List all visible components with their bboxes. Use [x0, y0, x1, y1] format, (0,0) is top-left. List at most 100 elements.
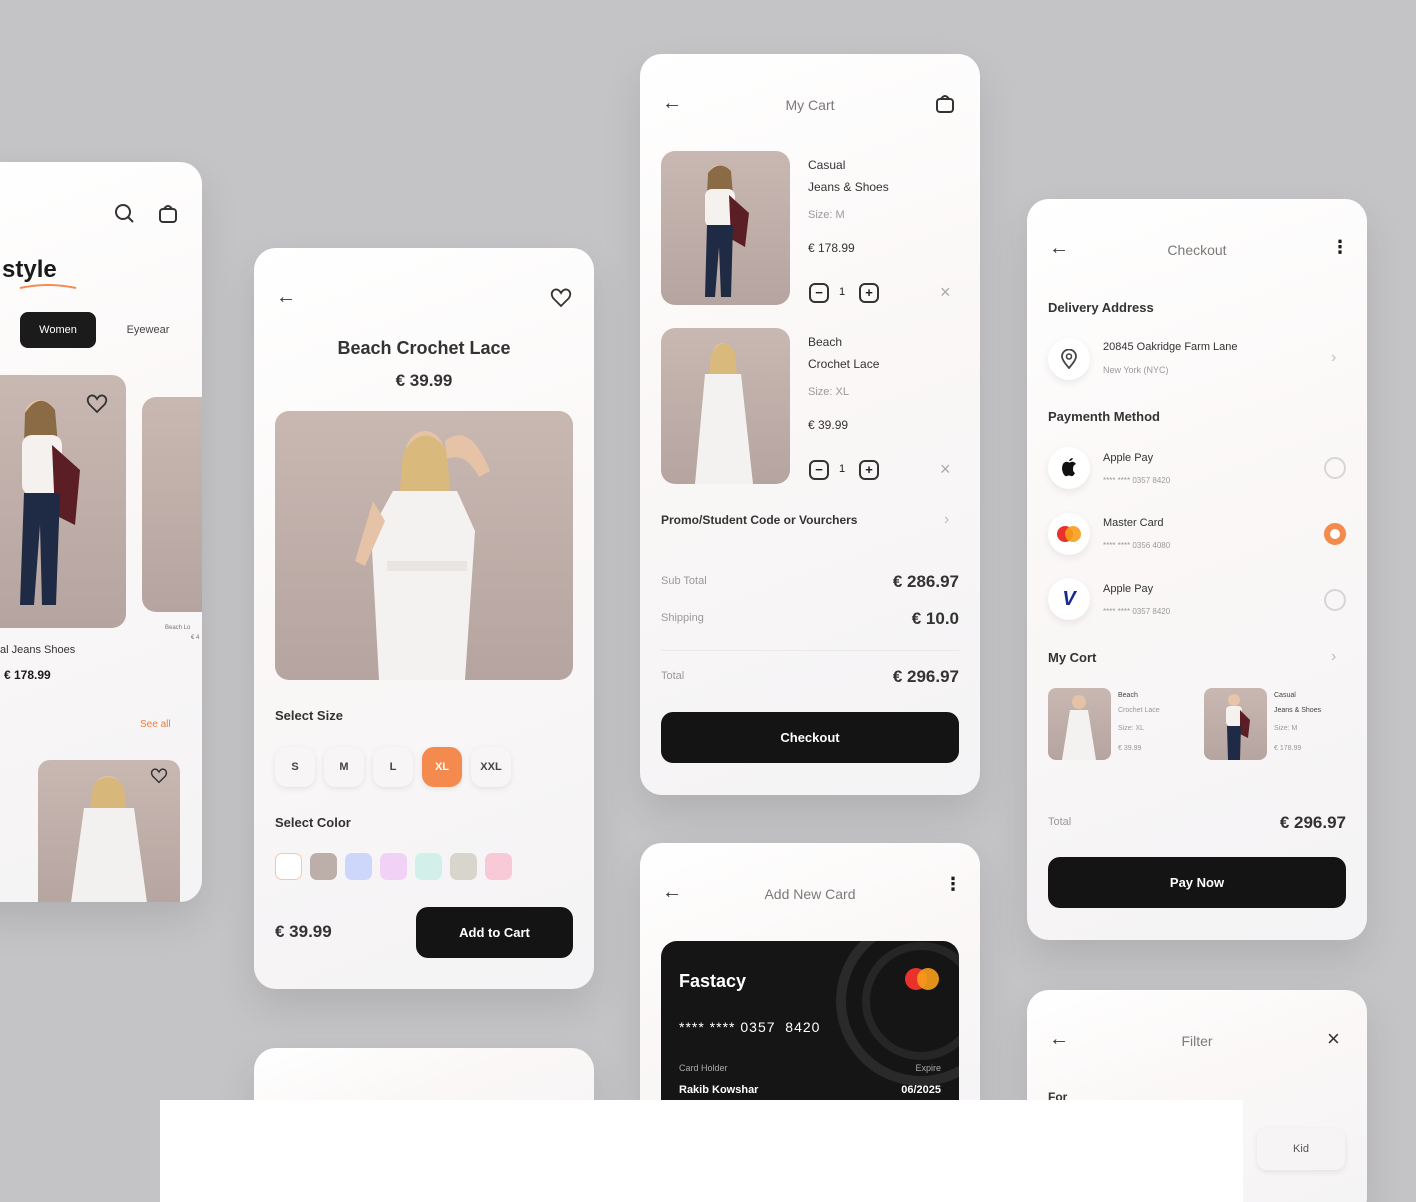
checkout-button[interactable]: Checkout [661, 712, 959, 763]
back-arrow-icon[interactable]: ← [276, 286, 296, 309]
color-swatch-rose[interactable] [485, 853, 512, 880]
card-holder-label: Card Holder [679, 1063, 728, 1073]
pay-now-button[interactable]: Pay Now [1048, 857, 1346, 908]
model-dress-figure [1062, 695, 1096, 760]
payment-radio-apple-pay[interactable] [1324, 457, 1346, 479]
overlay-panel [160, 1100, 1243, 1202]
filter-title: Filter [1181, 1033, 1213, 1049]
card-brand: Fastacy [679, 971, 747, 991]
qty-value: 1 [839, 463, 846, 475]
more-vertical-icon[interactable]: ⋮ [944, 875, 962, 893]
total-label: Total [1048, 816, 1072, 828]
payment-radio-master-card[interactable] [1324, 523, 1346, 545]
mastercard-icon [1048, 513, 1090, 555]
product-name: al Jeans Shoes [0, 644, 76, 656]
mini-item-text: € 178.99 [1274, 745, 1302, 752]
home-screen: style Women Eyewear Beach Lo € 4 al Jean… [0, 162, 202, 902]
payment-radio-visa[interactable] [1324, 589, 1346, 611]
product-price: € 178.99 [4, 668, 51, 682]
chevron-right-icon[interactable]: › [1331, 648, 1336, 666]
credit-card[interactable]: Fastacy **** **** 0357 8420 Card Holder … [661, 941, 959, 1121]
select-color-label: Select Color [275, 815, 351, 830]
size-button-l[interactable]: L [373, 747, 413, 787]
select-size-label: Select Size [275, 708, 343, 723]
payment-method-number: **** **** 0356 4080 [1103, 541, 1171, 550]
qty-minus-button[interactable]: − [809, 283, 829, 303]
heart-icon[interactable] [150, 768, 168, 789]
mini-item-text: € 39.99 [1118, 745, 1142, 752]
cart-item-size: Size: XL [808, 386, 849, 398]
cart-title: My Cart [785, 97, 835, 113]
mini-item-text: Size: XL [1118, 725, 1145, 732]
more-vertical-icon[interactable]: ⋮ [1331, 237, 1349, 258]
qty-value: 1 [839, 286, 846, 298]
size-button-s[interactable]: S [275, 747, 315, 787]
close-icon[interactable]: × [1327, 1026, 1340, 1052]
cart-item-name: Casual [808, 158, 846, 172]
qty-plus-button[interactable]: + [859, 283, 879, 303]
product-title: Beach Crochet Lace [337, 338, 511, 358]
filter-option-kid[interactable]: Kid [1257, 1128, 1345, 1170]
heart-icon[interactable] [550, 288, 572, 313]
cart-item-price: € 178.99 [808, 241, 855, 255]
color-swatch-taupe[interactable] [310, 853, 337, 880]
product-price: € 39.99 [395, 371, 453, 390]
mini-item-text: Jeans & Shoes [1274, 707, 1322, 714]
shipping-value: € 10.0 [911, 609, 959, 628]
color-swatch-lavender[interactable] [345, 853, 372, 880]
cart-item-name: Crochet Lace [808, 357, 880, 371]
checkout-title: Checkout [1167, 242, 1227, 258]
cart-item-name: Jeans & Shoes [808, 180, 889, 194]
close-icon[interactable]: × [940, 459, 951, 480]
qty-minus-button[interactable]: − [809, 460, 829, 480]
add-to-cart-button[interactable]: Add to Cart [416, 907, 573, 958]
mini-item-text: Casual [1274, 692, 1296, 699]
model-jeans-figure [1226, 694, 1250, 760]
mini-item-text: Crochet Lace [1118, 707, 1160, 714]
card-expire-label: Expire [915, 1063, 941, 1073]
chevron-right-icon[interactable]: › [944, 511, 949, 529]
add-card-title: Add New Card [764, 886, 856, 902]
size-button-xxl[interactable]: XXL [471, 747, 511, 787]
mini-item-text: Size: M [1274, 725, 1298, 732]
tab-eyewear[interactable]: Eyewear [110, 312, 186, 348]
apple-icon [1048, 447, 1090, 489]
color-swatch-mint[interactable] [415, 853, 442, 880]
cart-item-image [661, 328, 790, 484]
bag-icon[interactable] [934, 92, 956, 119]
promo-code-row[interactable]: Promo/Student Code or Vourchers [661, 513, 857, 527]
chevron-right-icon[interactable]: › [1331, 349, 1336, 367]
total-value: € 296.97 [1279, 813, 1346, 832]
my-cart-label: My Cort [1048, 650, 1097, 665]
location-pin-icon [1048, 338, 1090, 380]
heart-icon[interactable] [86, 394, 108, 419]
product-detail-screen: ← Beach Crochet Lace € 39.99 Select Size… [254, 248, 594, 989]
color-swatch-pink-lilac[interactable] [380, 853, 407, 880]
brand-underline [19, 284, 77, 289]
tab-women[interactable]: Women [20, 312, 96, 348]
delivery-address-label: Delivery Address [1048, 300, 1154, 315]
color-swatch-sage[interactable] [450, 853, 477, 880]
payment-method-label: Paymenth Method [1048, 409, 1160, 424]
size-button-xl[interactable]: XL [422, 747, 462, 787]
qty-plus-button[interactable]: + [859, 460, 879, 480]
mini-item-text: Beach [1118, 692, 1138, 699]
product-image-side[interactable] [142, 397, 202, 612]
search-icon[interactable] [113, 202, 135, 229]
payment-method-name: Apple Pay [1103, 583, 1154, 595]
payment-method-number: **** **** 0357 8420 [1103, 607, 1171, 616]
size-button-m[interactable]: M [324, 747, 364, 787]
see-all-link[interactable]: See all [140, 719, 171, 730]
my-cart-screen: ← My Cart Casual Jeans & Shoes Size: M €… [640, 54, 980, 795]
side-product-label: Beach Lo [165, 625, 191, 631]
cart-item-size: Size: M [808, 209, 845, 221]
subtotal-label: Sub Total [661, 575, 707, 587]
close-icon[interactable]: × [940, 282, 951, 303]
address-line-2: New York (NYC) [1103, 365, 1169, 375]
color-swatch-white[interactable] [275, 853, 302, 880]
address-line-1: 20845 Oakridge Farm Lane [1103, 341, 1238, 353]
cart-item-price: € 39.99 [808, 418, 849, 432]
model-jeans-figure [705, 165, 749, 297]
bag-icon[interactable] [157, 202, 179, 229]
payment-method-name: Master Card [1103, 517, 1164, 529]
